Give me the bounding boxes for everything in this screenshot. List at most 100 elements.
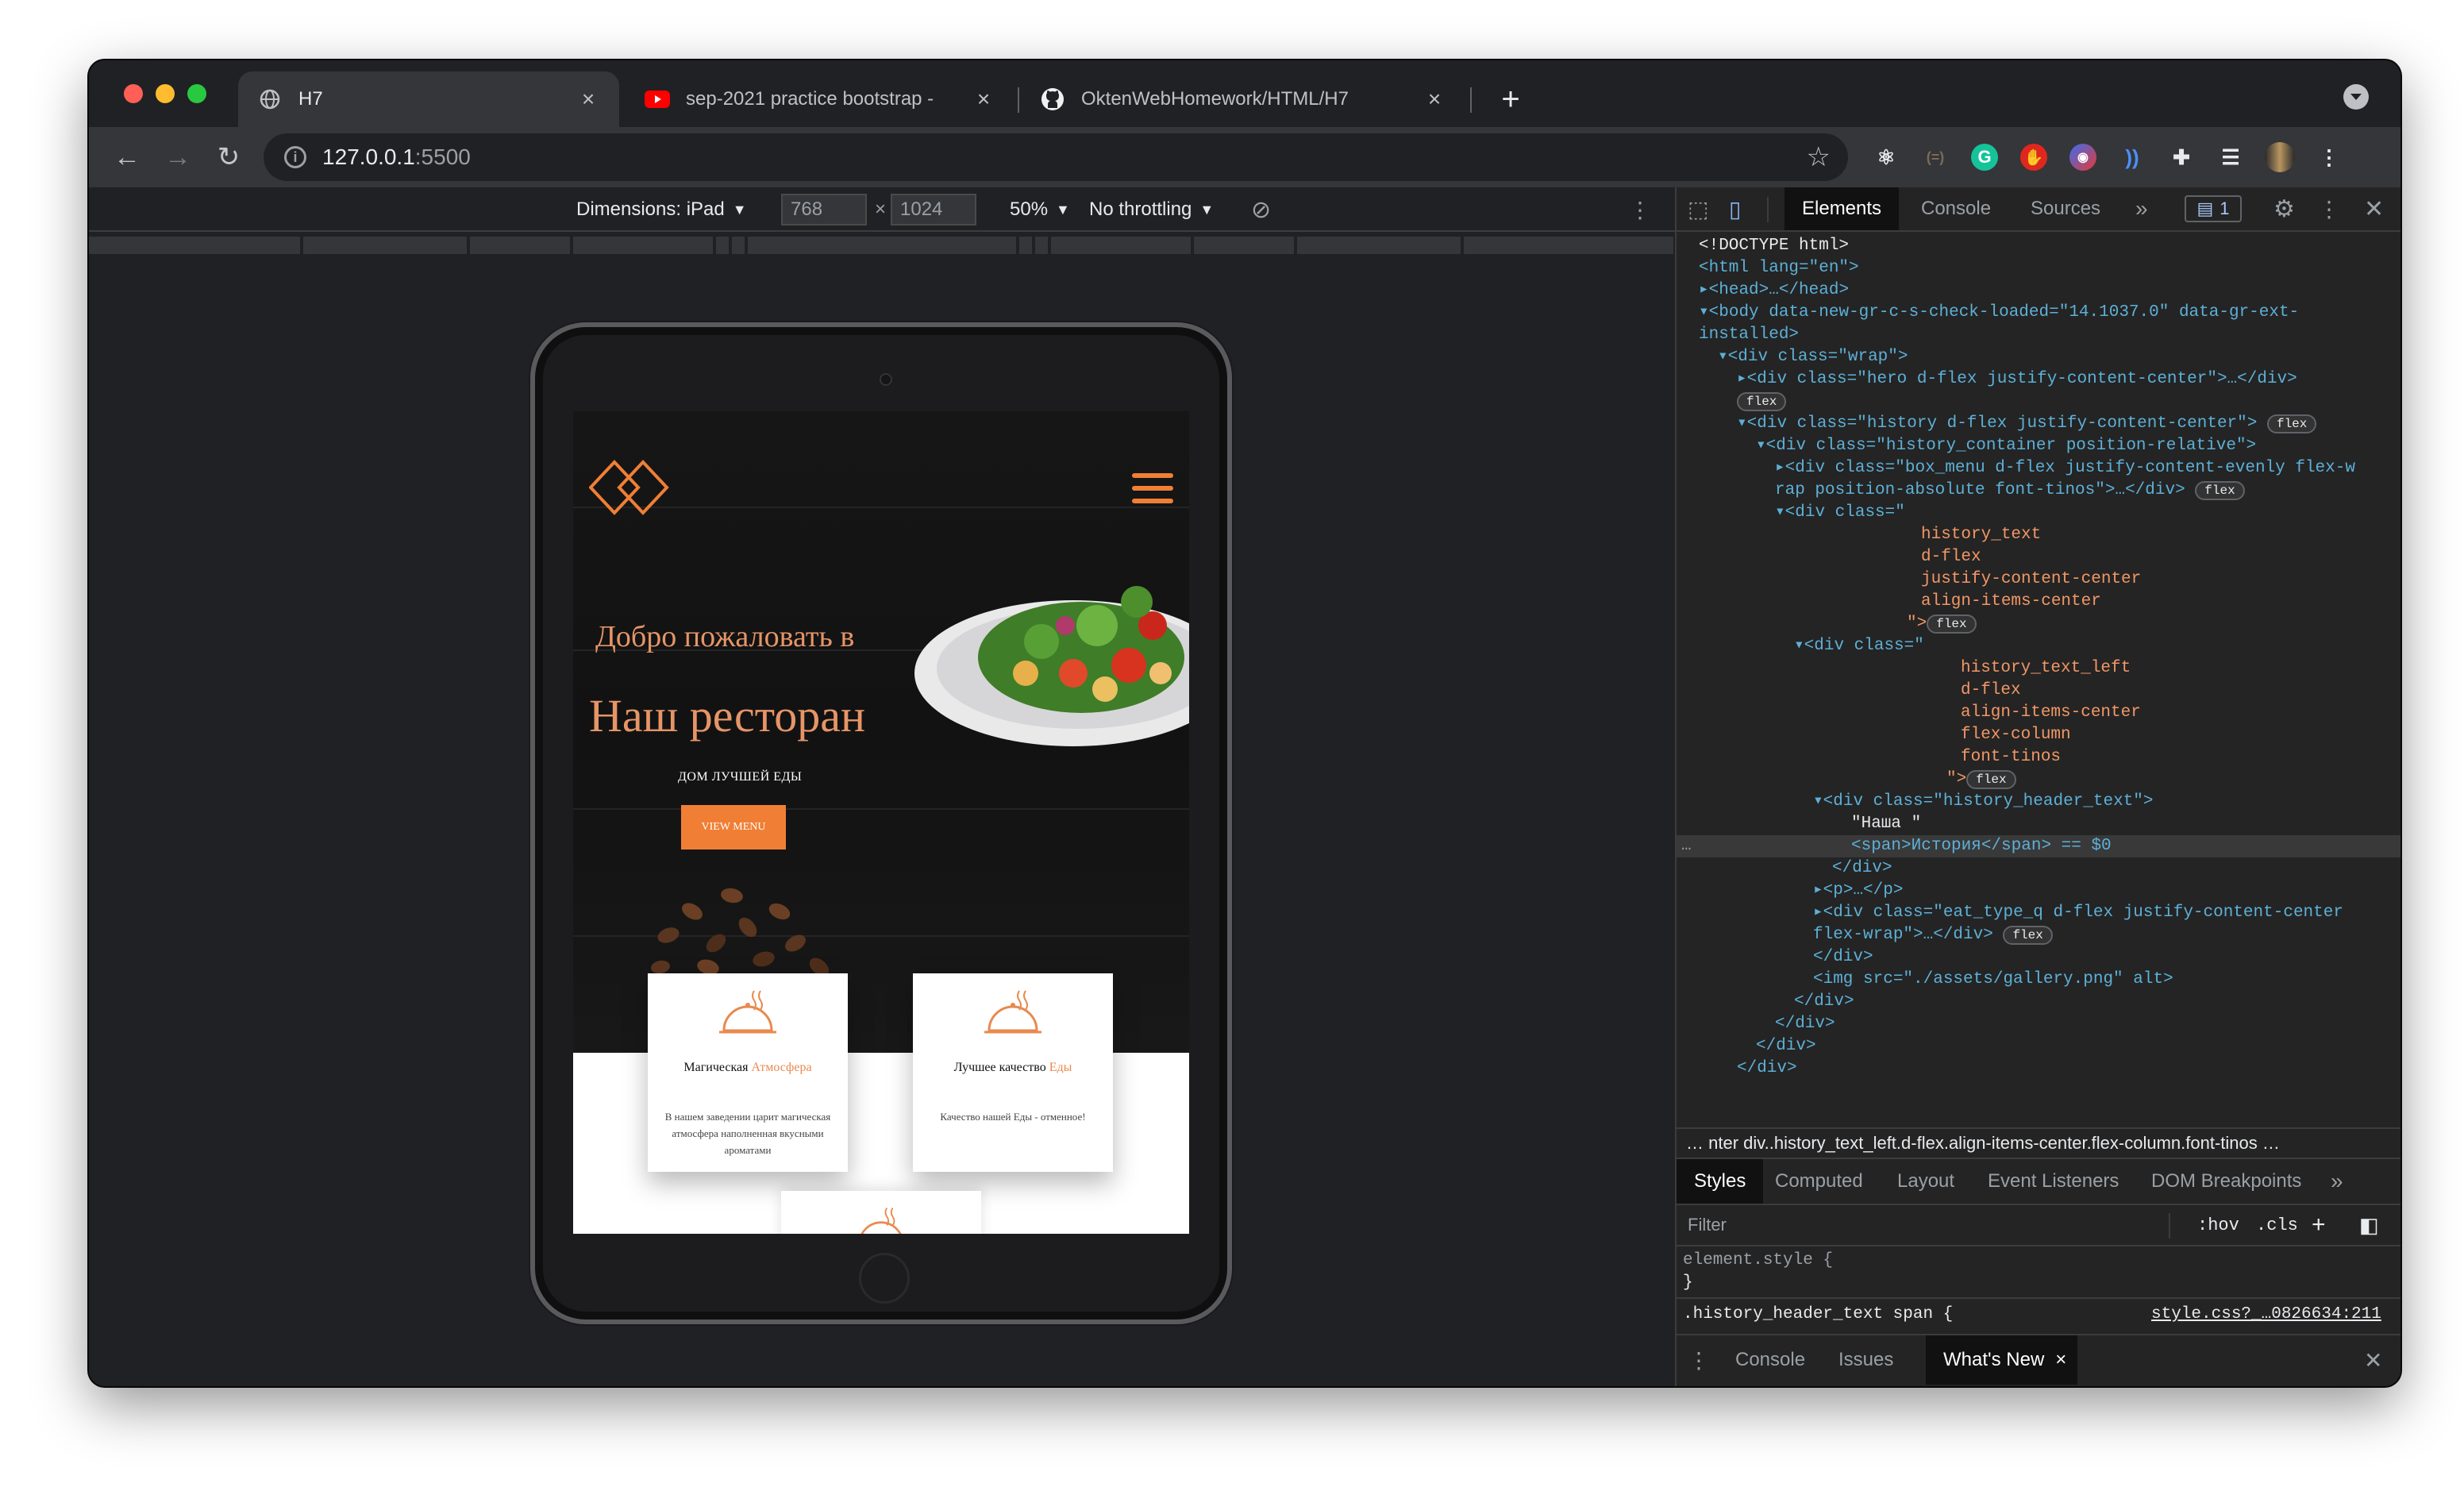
- dom-line[interactable]: d-flex: [1961, 680, 2021, 702]
- media-query-segment[interactable]: [89, 237, 302, 254]
- dom-line[interactable]: flex: [1737, 391, 1787, 413]
- element-style-rule[interactable]: element.style {: [1683, 1251, 1833, 1269]
- drawer-menu-icon[interactable]: ⋮: [1688, 1335, 1710, 1385]
- dom-line[interactable]: <html lang="en">: [1699, 257, 1859, 279]
- drawer-tab-console[interactable]: Console: [1735, 1335, 1805, 1385]
- tab-console[interactable]: Console: [1921, 187, 1991, 230]
- tab-elements[interactable]: Elements: [1784, 187, 1900, 230]
- drawer-tab-issues[interactable]: Issues: [1838, 1335, 1893, 1385]
- close-drawer-icon[interactable]: ✕: [2364, 1335, 2382, 1385]
- bookmark-star-icon[interactable]: ☆: [1807, 141, 1831, 173]
- dom-line[interactable]: align-items-center: [1921, 591, 2101, 613]
- dom-line[interactable]: justify-content-center: [1921, 568, 2141, 591]
- grammarly-icon[interactable]: G: [1967, 140, 2002, 175]
- dom-line[interactable]: "Наша ": [1851, 813, 1921, 835]
- add-rule-icon[interactable]: +: [2312, 1212, 2326, 1239]
- tab-layout[interactable]: Layout: [1897, 1159, 1954, 1204]
- tab-computed[interactable]: Computed: [1775, 1159, 1863, 1204]
- filter-input[interactable]: Filter: [1688, 1215, 1727, 1235]
- issues-badge[interactable]: ▤ 1: [2185, 195, 2242, 222]
- rotate-icon[interactable]: ⊘: [1251, 194, 1271, 225]
- tab-dom-breakpoints[interactable]: DOM Breakpoints: [2151, 1159, 2301, 1204]
- dom-line[interactable]: <img src="./assets/gallery.png" alt>: [1813, 969, 2173, 991]
- close-tab-icon[interactable]: ×: [576, 87, 600, 112]
- dom-line[interactable]: </div>: [1775, 1013, 1835, 1035]
- dom-line[interactable]: ▾<body data-new-gr-c-s-check-loaded="14.…: [1699, 302, 2299, 324]
- zoom-window-button[interactable]: [187, 84, 206, 103]
- tab-youtube[interactable]: sep-2021 practice bootstrap - ×: [626, 71, 1014, 127]
- zoom-select[interactable]: 50% ▼: [1010, 194, 1070, 225]
- dom-line[interactable]: </div>: [1813, 946, 1873, 969]
- dom-line[interactable]: flex-wrap">…</div> flex: [1813, 924, 2053, 946]
- media-query-segment[interactable]: [1019, 237, 1034, 254]
- close-tab-icon[interactable]: ×: [972, 87, 995, 112]
- audio-extension-icon[interactable]: )): [2115, 140, 2150, 175]
- close-tab-icon[interactable]: ×: [1423, 87, 1446, 112]
- dom-line[interactable]: </div>: [1756, 1035, 1816, 1058]
- dom-line-selected[interactable]: … <span>История</span> == $0: [1677, 835, 2400, 857]
- diamond-logo-icon[interactable]: [589, 459, 672, 516]
- new-tab-button[interactable]: +: [1491, 79, 1530, 119]
- settings-gear-icon[interactable]: ⚙: [2273, 187, 2295, 230]
- reload-button[interactable]: ↻: [206, 135, 251, 179]
- dom-line[interactable]: ▾<div class="history_container position-…: [1756, 435, 2256, 457]
- more-tabs-icon[interactable]: »: [2331, 1159, 2343, 1204]
- device-more-icon[interactable]: ⋮: [1629, 194, 1651, 225]
- throttling-select[interactable]: No throttling ▼: [1089, 194, 1214, 225]
- dom-line[interactable]: ▾<div class=": [1794, 635, 1924, 657]
- site-info-icon[interactable]: i: [284, 146, 306, 168]
- dom-line[interactable]: "> flex: [1907, 613, 1977, 635]
- dom-line[interactable]: ▸<head>…</head>: [1699, 279, 1849, 302]
- sidebar-toggle-icon[interactable]: ◧: [2359, 1213, 2379, 1238]
- inspect-element-icon[interactable]: ⬚: [1688, 187, 1708, 230]
- tab-sources[interactable]: Sources: [2031, 187, 2100, 230]
- home-button[interactable]: [859, 1253, 910, 1304]
- media-query-segment[interactable]: [1035, 237, 1049, 254]
- avatar[interactable]: [2262, 140, 2297, 175]
- tab-styles[interactable]: Styles: [1677, 1159, 1764, 1204]
- dom-line[interactable]: history_text_left: [1961, 657, 2131, 680]
- hamburger-menu-icon[interactable]: [1132, 473, 1173, 511]
- dom-breadcrumb[interactable]: … nter div..history_text_left.d-flex.ali…: [1677, 1127, 2400, 1159]
- media-query-segment[interactable]: [748, 237, 1018, 254]
- react-devtools-icon[interactable]: ⚛: [1869, 140, 1904, 175]
- device-toggle-icon[interactable]: ▯: [1729, 187, 1741, 230]
- dom-line[interactable]: ▸<p>…</p>: [1813, 880, 1903, 902]
- media-query-segment[interactable]: [303, 237, 468, 254]
- dom-line[interactable]: </div>: [1794, 991, 1854, 1013]
- media-query-segment[interactable]: [1297, 237, 1462, 254]
- media-query-segment[interactable]: [1051, 237, 1192, 254]
- devtools-menu-icon[interactable]: ⋮: [2318, 187, 2340, 230]
- tab-event-listeners[interactable]: Event Listeners: [1988, 1159, 2119, 1204]
- dom-line[interactable]: "> flex: [1946, 769, 2016, 791]
- dom-line[interactable]: </div>: [1737, 1058, 1797, 1080]
- tab-search-button[interactable]: [2343, 84, 2369, 110]
- css-rule-selector[interactable]: .history_header_text span {: [1683, 1305, 1953, 1323]
- close-tab-icon[interactable]: ×: [2055, 1349, 2066, 1371]
- puzzle-icon[interactable]: ✚: [2164, 140, 2199, 175]
- more-tabs-icon[interactable]: »: [2135, 187, 2148, 230]
- forward-button[interactable]: →: [156, 135, 200, 179]
- dom-line[interactable]: ▾<div class="wrap">: [1718, 346, 1908, 368]
- dom-line[interactable]: ▸<div class="hero d-flex justify-content…: [1737, 368, 2297, 391]
- dom-line[interactable]: history_text: [1921, 524, 2041, 546]
- tab-h7[interactable]: H7 ×: [238, 71, 619, 127]
- back-button[interactable]: ←: [105, 135, 149, 179]
- browser-menu-icon[interactable]: ⋮: [2312, 140, 2347, 175]
- css-source-link[interactable]: style.css?_…0826634:211: [2151, 1305, 2381, 1323]
- dom-line[interactable]: ▸<div class="box_menu d-flex justify-con…: [1775, 457, 2355, 480]
- close-window-button[interactable]: [124, 84, 143, 103]
- dom-line[interactable]: ▾<div class=": [1775, 502, 1905, 524]
- cls-toggle[interactable]: .cls: [2256, 1216, 2298, 1235]
- dom-line[interactable]: d-flex: [1921, 546, 1981, 568]
- device-dimensions-select[interactable]: Dimensions: iPad ▼: [576, 194, 747, 225]
- media-query-segment[interactable]: [716, 237, 730, 254]
- view-menu-button[interactable]: VIEW MENU: [681, 805, 786, 850]
- dom-line[interactable]: flex-column: [1961, 724, 2071, 746]
- minimize-window-button[interactable]: [156, 84, 175, 103]
- media-query-segment[interactable]: [470, 237, 572, 254]
- dom-tree[interactable]: <!DOCTYPE html> <html lang="en"> ▸<head>…: [1677, 232, 2400, 1129]
- tab-github[interactable]: OktenWebHomework/HTML/H7 ×: [1021, 71, 1465, 127]
- media-query-segment[interactable]: [573, 237, 714, 254]
- hov-toggle[interactable]: :hov: [2197, 1216, 2239, 1235]
